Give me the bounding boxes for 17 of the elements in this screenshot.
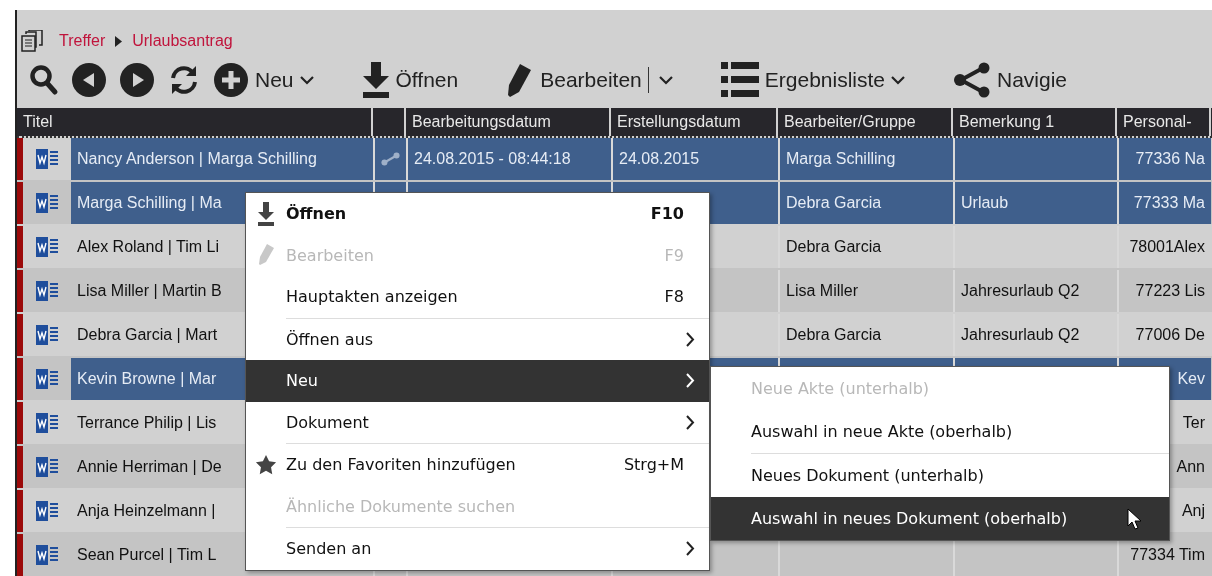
- title-text: Alex Roland | Tim Li: [77, 238, 219, 256]
- title-text: Terrance Philip | Lis: [77, 414, 217, 432]
- title-text: Annie Herriman | De: [77, 458, 222, 476]
- title-text: Anja Heinzelmann |: [77, 502, 216, 520]
- table-cell: 77333 Ma: [1117, 182, 1211, 224]
- title-text: Nancy Anderson | Marga Schilling: [77, 150, 317, 168]
- table-cell: Marga Schilling: [778, 138, 953, 180]
- table-cell: 24.08.2015: [611, 138, 778, 180]
- title-text: Sean Purcel | Tim L: [77, 546, 217, 564]
- title-text: Debra Garcia | Mart: [77, 326, 218, 344]
- table-cell: Urlaub: [953, 182, 1117, 224]
- table-cell: 24.08.2015 - 08:44:18: [406, 138, 611, 180]
- table-cell: 77336 Na: [1117, 138, 1211, 180]
- table-cell: Debra Garcia: [778, 182, 953, 224]
- title-text: Lisa Miller | Martin B: [77, 282, 222, 300]
- title-text: Kevin Browne | Mar: [77, 370, 217, 388]
- title-text: Marga Schilling | Ma: [77, 194, 222, 212]
